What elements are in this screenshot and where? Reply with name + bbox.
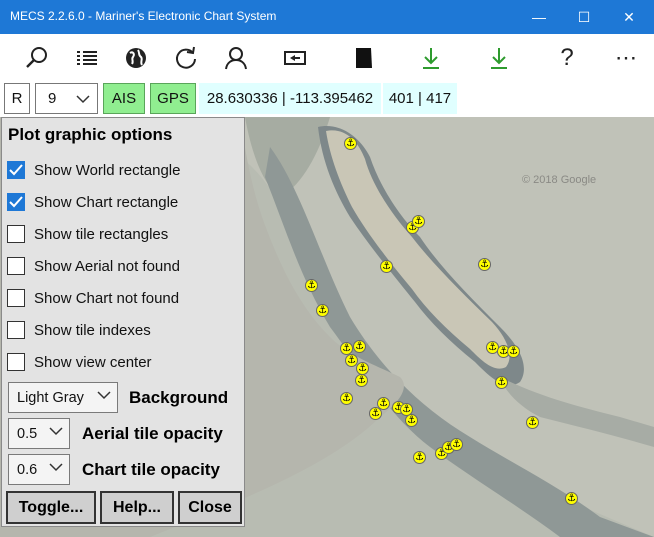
checkbox[interactable] xyxy=(7,193,25,211)
option-row[interactable]: Show tile indexes xyxy=(7,319,151,341)
globe-button[interactable] xyxy=(118,40,154,76)
refresh-button[interactable] xyxy=(168,40,204,76)
gps-toggle[interactable]: GPS xyxy=(150,83,196,114)
chevron-down-icon xyxy=(49,427,63,436)
option-row[interactable]: Show Aerial not found xyxy=(7,255,180,277)
chevron-down-icon xyxy=(97,391,111,400)
option-label: Show tile rectangles xyxy=(34,225,169,243)
option-row[interactable]: Show World rectangle xyxy=(7,159,180,181)
coordinates-readout: 28.630336 | -113.395462 xyxy=(199,83,381,114)
user-button[interactable] xyxy=(218,40,254,76)
option-label: Show Chart not found xyxy=(34,289,180,307)
aerial-opacity-value: 0.5 xyxy=(17,425,38,442)
chevron-down-icon xyxy=(49,463,63,472)
globe-icon xyxy=(126,48,146,68)
option-label: Show tile indexes xyxy=(34,321,151,339)
checkbox[interactable] xyxy=(7,289,25,307)
chart-opacity-value: 0.6 xyxy=(17,461,38,478)
zoom-level-select[interactable]: 9 xyxy=(35,83,98,114)
option-label: Show Chart rectangle xyxy=(34,193,179,211)
zoom-level-value: 9 xyxy=(48,90,57,107)
more-icon[interactable]: ⋯ xyxy=(608,40,644,76)
plot-graphic-options-panel: Plot graphic options Show World rectangl… xyxy=(1,117,245,527)
chevron-down-icon xyxy=(76,95,90,104)
chart-opacity-label: Chart tile opacity xyxy=(82,460,220,479)
background-select[interactable]: Light Gray xyxy=(8,382,118,413)
option-row[interactable]: Show tile rectangles xyxy=(7,223,168,245)
ais-toggle[interactable]: AIS xyxy=(103,83,145,114)
status-bar: R 9 AIS GPS 28.630336 | -113.395462 401 … xyxy=(0,81,654,117)
checkmark-icon xyxy=(9,164,23,176)
minimize-button[interactable]: — xyxy=(516,0,562,34)
chart-opacity-select[interactable]: 0.6 xyxy=(8,454,70,485)
panel-title: Plot graphic options xyxy=(8,125,173,144)
back-button[interactable] xyxy=(277,40,313,76)
close-window-button[interactable]: ✕ xyxy=(606,0,652,34)
option-row[interactable]: Show Chart rectangle xyxy=(7,191,178,213)
list-icon xyxy=(77,51,97,65)
aerial-opacity-label: Aerial tile opacity xyxy=(82,424,223,443)
download-icon xyxy=(491,48,507,69)
checkbox[interactable] xyxy=(7,225,25,243)
user-icon xyxy=(225,47,247,70)
list-button[interactable] xyxy=(69,40,105,76)
search-button[interactable] xyxy=(19,40,55,76)
r-button[interactable]: R xyxy=(4,83,30,114)
checkbox[interactable] xyxy=(7,161,25,179)
map-watermark: © 2018 Google xyxy=(522,174,596,186)
help-button[interactable]: Help... xyxy=(100,491,174,524)
download-button-1[interactable] xyxy=(413,40,449,76)
download-icon xyxy=(423,48,439,69)
download-button-2[interactable] xyxy=(481,40,517,76)
search-icon xyxy=(26,47,47,68)
window-title: MECS 2.2.6.0 - Mariner's Electronic Char… xyxy=(10,9,277,23)
title-bar: MECS 2.2.6.0 - Mariner's Electronic Char… xyxy=(0,0,654,34)
checkbox[interactable] xyxy=(7,321,25,339)
chart-square-icon xyxy=(356,48,372,68)
toggle-button[interactable]: Toggle... xyxy=(6,491,96,524)
tile-index-readout: 401 | 417 xyxy=(383,83,457,114)
chart-button[interactable] xyxy=(346,40,382,76)
option-label: Show World rectangle xyxy=(34,161,181,179)
option-row[interactable]: Show view center xyxy=(7,351,152,373)
checkbox[interactable] xyxy=(7,353,25,371)
background-select-value: Light Gray xyxy=(17,389,84,406)
checkbox[interactable] xyxy=(7,257,25,275)
help-icon[interactable]: ? xyxy=(549,40,585,76)
aerial-opacity-select[interactable]: 0.5 xyxy=(8,418,70,449)
refresh-icon xyxy=(176,46,196,69)
maximize-button[interactable]: ☐ xyxy=(561,0,607,34)
option-row[interactable]: Show Chart not found xyxy=(7,287,179,309)
back-button-icon xyxy=(284,51,306,65)
option-label: Show view center xyxy=(34,353,152,371)
option-label: Show Aerial not found xyxy=(34,257,180,275)
checkmark-icon xyxy=(9,196,23,208)
background-label: Background xyxy=(129,388,229,407)
toolbar: ? ⋯ xyxy=(0,34,654,81)
close-button[interactable]: Close xyxy=(178,491,242,524)
